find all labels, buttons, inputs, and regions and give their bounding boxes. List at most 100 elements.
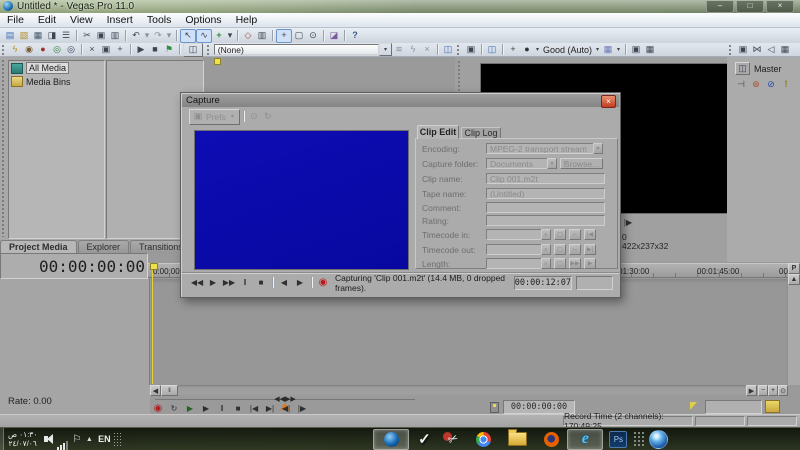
tab-clip-edit[interactable]: Clip Edit <box>417 125 459 139</box>
tape-name-field[interactable]: (Untitled) <box>486 188 605 199</box>
horizontal-scrollbar[interactable]: ◀ ‖ ▶ <box>150 385 757 396</box>
split-screen-icon[interactable]: + <box>506 44 520 56</box>
capture-stop-icon[interactable]: ■ <box>253 277 269 289</box>
preview-play-icon[interactable]: ▶ <box>134 44 148 56</box>
capture-dialog-titlebar[interactable]: Capture × <box>182 94 619 108</box>
action-center-icon[interactable]: ⚐ <box>70 429 83 450</box>
plugin-bolt-icon[interactable]: ϟ <box>406 44 420 56</box>
overlay-grid-icon[interactable]: ▦ <box>601 44 615 56</box>
zoom-edit-tool-icon[interactable]: ▢ <box>292 30 306 42</box>
properties-icon[interactable]: ☰ <box>59 30 73 42</box>
volume-icon[interactable] <box>41 429 55 450</box>
drag-handle[interactable] <box>206 43 211 56</box>
extract-audio-icon[interactable]: ● <box>36 44 50 56</box>
menu-tools[interactable]: Tools <box>140 14 179 26</box>
snap-dropdown-icon[interactable]: ▾ <box>226 30 234 42</box>
track-properties-button[interactable]: P <box>788 263 800 274</box>
mixer-downmix-icon[interactable]: ◁ <box>764 44 778 56</box>
get-photo-icon[interactable]: ◉ <box>22 44 36 56</box>
minimize-button[interactable]: – <box>706 0 734 13</box>
rating-field[interactable] <box>486 215 605 226</box>
remove-media-icon[interactable]: × <box>85 44 99 56</box>
tc-in-mark-icon[interactable]: ⌐ <box>569 229 581 240</box>
scroll-left-icon[interactable]: ◀ <box>150 385 161 396</box>
length-field[interactable] <box>486 258 542 269</box>
import-media-icon[interactable]: ◎ <box>64 44 78 56</box>
render-as-icon[interactable]: ◨ <box>45 30 59 42</box>
redo-icon[interactable]: ↷ <box>151 30 165 42</box>
capture-video-icon[interactable]: ϟ <box>8 44 22 56</box>
selection-tool-icon[interactable]: + <box>276 28 292 43</box>
preview-next-frame-icon[interactable]: |▶ <box>620 217 636 229</box>
solo-icon[interactable]: ! <box>780 78 792 90</box>
capture-next-icon[interactable]: ▶ <box>292 277 308 289</box>
marker-label-field[interactable] <box>705 400 762 414</box>
timeline-cursor[interactable] <box>152 264 153 384</box>
video-output-icon[interactable]: ◫ <box>441 44 455 56</box>
quality-dropdown-icon[interactable]: ▾ <box>594 44 601 56</box>
taskbar-firefox-icon[interactable] <box>535 429 567 450</box>
taskbar-checkmark-icon[interactable]: ✓ <box>409 429 439 450</box>
timecode-in-spinner[interactable]: ≡ <box>541 229 551 240</box>
scroll-right-icon[interactable]: ▶ <box>746 385 757 396</box>
plugin-chain-icon[interactable]: ≋ <box>392 44 406 56</box>
capture-prev-icon[interactable]: ◀ <box>276 277 292 289</box>
scrollbar-thumb[interactable]: ‖ <box>161 385 178 396</box>
capture-image-icon[interactable]: ⊙ <box>247 111 261 123</box>
prefs-button[interactable]: ▣ Prefs ▾ <box>189 108 240 125</box>
drag-handle[interactable] <box>728 43 733 56</box>
normal-edit-tool-icon[interactable]: ↖ <box>180 28 196 43</box>
region-tag-icon[interactable] <box>690 402 697 410</box>
mute-icon[interactable]: ⊘ <box>765 78 777 90</box>
preview-quality-label[interactable]: Good (Auto) <box>543 45 592 55</box>
length-spinner[interactable]: ≡ <box>541 258 551 269</box>
help-icon[interactable]: ? <box>348 30 362 42</box>
copy-frame-icon[interactable]: ▣ <box>629 44 643 56</box>
media-fx-icon[interactable]: + <box>113 44 127 56</box>
menu-view[interactable]: View <box>63 14 100 26</box>
menu-insert[interactable]: Insert <box>100 14 140 26</box>
drag-handle[interactable] <box>1 43 5 56</box>
taskbar-clock[interactable]: ٠١:٣٠ ص ٢٤/٠٧/٠٦ <box>8 430 37 448</box>
region-tool-icon[interactable]: ▥ <box>255 30 269 42</box>
tab-project-media[interactable]: Project Media <box>0 240 77 253</box>
timeline-cursor-head[interactable] <box>150 263 158 270</box>
capture-ff-icon[interactable]: ▶▶ <box>221 277 237 289</box>
maximize-button[interactable]: □ <box>736 0 764 13</box>
timeline-time-display[interactable]: 00:00:00:00 <box>0 253 148 279</box>
media-properties-icon[interactable]: ▣ <box>99 44 113 56</box>
zoom-tool-button[interactable]: ⊙ <box>778 385 788 396</box>
network-icon[interactable] <box>55 429 70 450</box>
tc-out-set-icon[interactable]: ▢ <box>554 244 566 255</box>
capture-play-icon[interactable]: ▶ <box>205 277 221 289</box>
tc-out-go-icon[interactable]: ▶| <box>584 244 596 255</box>
copy-icon[interactable]: ▣ <box>94 30 108 42</box>
cut-icon[interactable]: ✂ <box>80 30 94 42</box>
tc-in-set-icon[interactable]: ▢ <box>554 229 566 240</box>
capture-folder-select[interactable]: Documents <box>486 158 548 169</box>
encoding-dropdown-icon[interactable]: ▾ <box>593 143 603 154</box>
open-icon[interactable]: ▧ <box>17 30 31 42</box>
show-desktop-button[interactable] <box>0 427 4 450</box>
comment-field[interactable] <box>486 202 605 213</box>
zoom-in-icon[interactable]: + <box>768 385 778 396</box>
taskbar-snipping-icon[interactable]: ✂ <box>439 429 467 450</box>
auto-preview-icon[interactable]: ⚑ <box>162 44 176 56</box>
envelope-edit-tool-icon[interactable]: ∿ <box>196 28 212 43</box>
taskbar-photoshop-icon[interactable]: Ps <box>603 429 633 450</box>
new-project-icon[interactable]: ▤ <box>3 30 17 42</box>
taskbar-chrome-icon[interactable] <box>467 429 499 450</box>
fx-gear-icon[interactable]: ⊛ <box>750 78 762 90</box>
timecode-out-field[interactable] <box>486 244 542 255</box>
insert-fx-icon[interactable]: ⊣ <box>735 78 747 90</box>
browse-button[interactable]: Browse... <box>560 158 603 169</box>
taskbar-vegas-button[interactable] <box>373 428 410 450</box>
get-media-web-icon[interactable]: ◎ <box>50 44 64 56</box>
redo-dropdown-icon[interactable]: ▾ <box>165 30 173 42</box>
zoom-out-icon[interactable]: − <box>758 385 768 396</box>
undo-icon[interactable]: ↶ <box>129 30 143 42</box>
capture-rewind-icon[interactable]: ◀◀ <box>189 277 205 289</box>
encoding-select[interactable]: MPEG-2 transport stream <box>486 143 594 154</box>
close-button[interactable]: × <box>766 0 794 13</box>
drag-handle[interactable] <box>1 59 6 237</box>
